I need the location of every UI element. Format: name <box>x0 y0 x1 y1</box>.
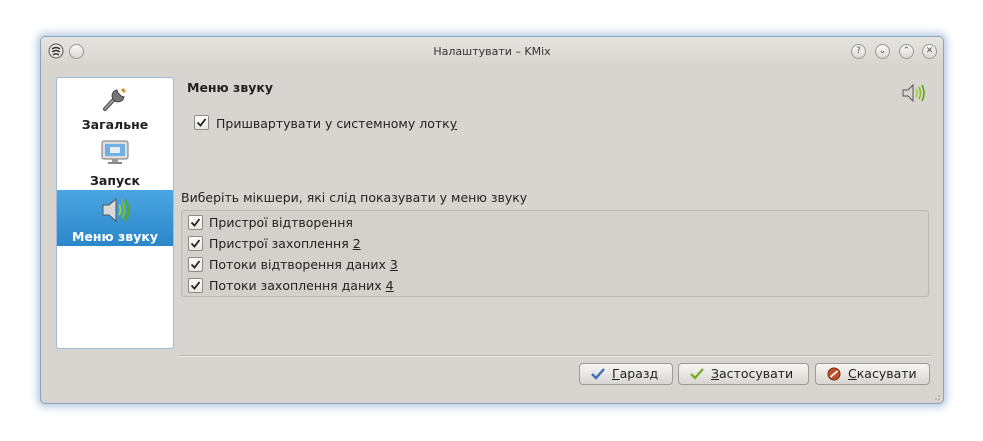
mixer-checkbox-playback-devices[interactable] <box>188 215 203 230</box>
list-item[interactable]: Пристрої захоплення 2 <box>209 236 361 251</box>
checkmark-icon <box>196 118 207 127</box>
mixers-list: Пристрої відтворення Пристрої захоплення… <box>181 210 929 297</box>
title-bar[interactable]: Налаштувати – KMix ? ⌄ ⌃ ✕ <box>41 37 943 66</box>
checkmark-icon <box>591 368 605 380</box>
dock-in-tray-checkbox[interactable] <box>194 115 209 130</box>
sidebar-nav: Загальне Запуск Меню звуку <box>56 77 174 349</box>
checkmark-icon <box>190 218 201 227</box>
checkmark-icon <box>190 281 201 290</box>
dock-in-tray-label[interactable]: Пришвартувати у системному лотку <box>216 116 457 131</box>
cancel-icon <box>827 367 841 381</box>
list-item[interactable]: Потоки захоплення даних 4 <box>209 278 394 293</box>
button-separator <box>178 355 930 356</box>
mixer-checkbox-capture-streams[interactable] <box>188 278 203 293</box>
list-item[interactable]: Потоки відтворення даних 3 <box>209 257 398 272</box>
checkmark-icon <box>690 368 704 380</box>
checkmark-icon <box>190 239 201 248</box>
mixers-group-label: Виберіть мікшери, які слід показувати у … <box>181 190 528 205</box>
monitor-icon <box>101 140 129 164</box>
sidebar-item-startup[interactable]: Запуск <box>57 134 173 190</box>
mixer-checkbox-playback-streams[interactable] <box>188 257 203 272</box>
close-button[interactable]: ✕ <box>922 44 937 59</box>
sidebar-item-sound-menu[interactable]: Меню звуку <box>57 190 173 246</box>
wrench-icon <box>103 88 126 111</box>
checkmark-icon <box>190 260 201 269</box>
sidebar-item-label: Загальне <box>81 117 149 132</box>
settings-window: Налаштувати – KMix ? ⌄ ⌃ ✕ Загальне Запу… <box>40 36 944 404</box>
resize-grip-icon[interactable] <box>933 393 941 401</box>
sidebar-item-general[interactable]: Загальне <box>57 78 173 134</box>
sidebar-item-label: Запуск <box>90 173 140 188</box>
help-button[interactable]: ? <box>851 44 866 59</box>
list-item[interactable]: Пристрої відтворення <box>209 215 353 230</box>
window-title: Налаштувати – KMix <box>433 45 551 58</box>
page-title: Меню звуку <box>187 80 274 95</box>
sidebar-item-label: Меню звуку <box>71 229 158 244</box>
ok-button[interactable]: Гаразд <box>579 363 673 385</box>
apply-button[interactable]: Застосувати <box>678 363 809 385</box>
minimize-button[interactable]: ⌄ <box>875 44 890 59</box>
speaker-icon <box>902 83 925 103</box>
speaker-icon <box>102 197 130 223</box>
cancel-button[interactable]: Скасувати <box>815 363 930 385</box>
mixer-checkbox-capture-devices[interactable] <box>188 236 203 251</box>
maximize-button[interactable]: ⌃ <box>899 44 914 59</box>
